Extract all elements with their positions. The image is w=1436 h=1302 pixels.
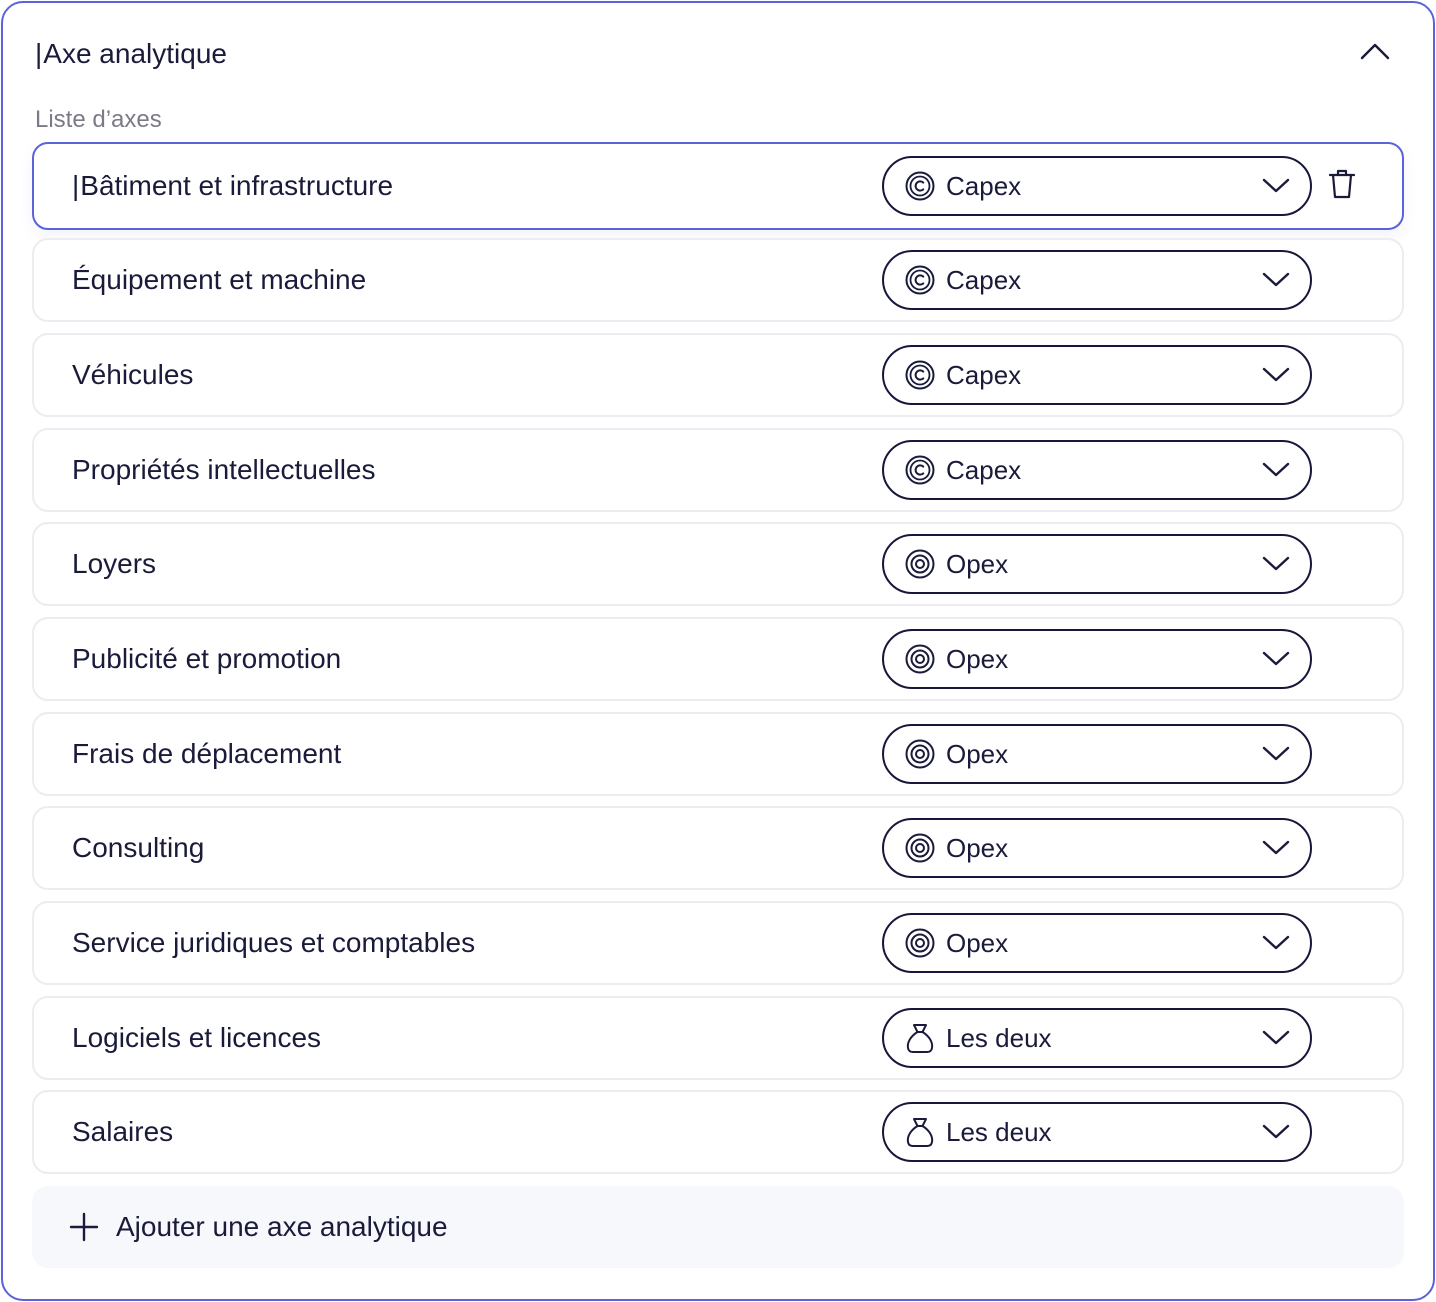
opex-icon	[904, 832, 936, 864]
chevron-up-icon	[1360, 42, 1390, 65]
text-caret: |	[35, 38, 43, 69]
axis-type-select[interactable]: Capex	[882, 345, 1312, 405]
opex-icon	[904, 738, 936, 770]
text-caret: |	[72, 170, 80, 201]
panel-title-text: Axe analytique	[43, 38, 227, 69]
axis-name-text: Frais de déplacement	[72, 738, 342, 769]
axis-row[interactable]: Service juridiques et comptables Opex	[32, 901, 1404, 985]
axis-type-select[interactable]: Opex	[882, 913, 1312, 973]
axis-type-select[interactable]: Opex	[882, 818, 1312, 878]
chevron-down-icon	[1260, 359, 1292, 391]
money-bag-icon	[904, 1022, 936, 1054]
axis-type-value: Capex	[946, 454, 1022, 485]
axis-name-input[interactable]: Salaires	[72, 1114, 173, 1150]
axis-type-value: Opex	[946, 738, 1009, 769]
money-bag-icon	[904, 1116, 936, 1148]
chevron-down-icon	[1260, 454, 1292, 486]
axis-type-select[interactable]: Capex	[882, 440, 1312, 500]
axis-row[interactable]: Loyers Opex	[32, 522, 1404, 606]
axis-name-text: Propriétés intellectuelles	[72, 454, 376, 485]
axis-name-input[interactable]: Frais de déplacement	[72, 736, 341, 772]
capex-icon	[904, 264, 936, 296]
capex-icon	[904, 170, 936, 202]
opex-icon	[904, 548, 936, 580]
axis-row[interactable]: Consulting Opex	[32, 806, 1404, 890]
axis-type-select[interactable]: Capex	[882, 156, 1312, 216]
trash-icon	[1328, 168, 1356, 205]
axis-type-select[interactable]: Capex	[882, 250, 1312, 310]
axis-type-value: Opex	[946, 832, 1009, 863]
axis-row[interactable]: Salaires Les deux	[32, 1090, 1404, 1174]
axis-name-text: Loyers	[72, 548, 157, 579]
axis-name-input[interactable]: Propriétés intellectuelles	[72, 452, 376, 488]
chevron-down-icon	[1260, 738, 1292, 770]
axis-name-input[interactable]: Loyers	[72, 546, 156, 582]
chevron-down-icon	[1260, 264, 1292, 296]
axis-name-input[interactable]: Publicité et promotion	[72, 641, 341, 677]
axis-type-value: Capex	[946, 359, 1022, 390]
axis-row[interactable]: Frais de déplacement Opex	[32, 712, 1404, 796]
chevron-down-icon	[1260, 1022, 1292, 1054]
axis-row[interactable]: |Bâtiment et infrastructure Capex	[32, 142, 1404, 230]
axis-type-value: Les deux	[946, 1116, 1052, 1147]
chevron-down-icon	[1260, 927, 1292, 959]
panel-title: |Axe analytique	[35, 35, 227, 73]
chevron-down-icon	[1260, 832, 1292, 864]
axis-type-select[interactable]: Les deux	[882, 1008, 1312, 1068]
opex-icon	[904, 927, 936, 959]
axis-type-select[interactable]: Les deux	[882, 1102, 1312, 1162]
chevron-down-icon	[1260, 548, 1292, 580]
axis-row[interactable]: Publicité et promotion Opex	[32, 617, 1404, 701]
chevron-down-icon	[1260, 643, 1292, 675]
axis-name-text: Consulting	[72, 832, 205, 863]
axis-type-select[interactable]: Opex	[882, 724, 1312, 784]
axis-name-text: Salaires	[72, 1116, 174, 1147]
chevron-down-icon	[1260, 1116, 1292, 1148]
axis-type-value: Opex	[946, 643, 1009, 674]
collapse-button[interactable]	[1355, 33, 1395, 73]
axis-name-input[interactable]: Logiciels et licences	[72, 1020, 321, 1056]
chevron-down-icon	[1260, 170, 1292, 202]
axis-name-input[interactable]: |Bâtiment et infrastructure	[72, 168, 393, 204]
axis-type-value: Capex	[946, 264, 1022, 295]
capex-icon	[904, 359, 936, 391]
axis-row[interactable]: Logiciels et licences Les deux	[32, 996, 1404, 1080]
axis-name-text: Bâtiment et infrastructure	[80, 170, 394, 201]
axis-type-value: Opex	[946, 548, 1009, 579]
axis-type-value: Opex	[946, 927, 1009, 958]
axis-row[interactable]: Équipement et machine Capex	[32, 238, 1404, 322]
axis-name-text: Véhicules	[72, 359, 194, 390]
axis-row[interactable]: Propriétés intellectuelles Capex	[32, 428, 1404, 512]
axis-name-text: Logiciels et licences	[72, 1022, 322, 1053]
axis-name-input[interactable]: Véhicules	[72, 357, 193, 393]
opex-icon	[904, 643, 936, 675]
axis-type-value: Les deux	[946, 1022, 1052, 1053]
list-label: Liste d’axes	[35, 106, 162, 133]
add-axis-label: Ajouter une axe analytique	[116, 1211, 448, 1242]
plus-icon	[68, 1211, 100, 1243]
delete-button[interactable]	[1324, 168, 1360, 204]
axis-type-value: Capex	[946, 170, 1022, 201]
axis-name-text: Service juridiques et comptables	[72, 927, 476, 958]
axis-name-text: Équipement et machine	[72, 264, 367, 295]
axis-name-input[interactable]: Service juridiques et comptables	[72, 925, 475, 961]
axis-type-select[interactable]: Opex	[882, 629, 1312, 689]
axis-type-select[interactable]: Opex	[882, 534, 1312, 594]
axis-name-input[interactable]: Équipement et machine	[72, 262, 366, 298]
axis-name-input[interactable]: Consulting	[72, 830, 204, 866]
axis-name-text: Publicité et promotion	[72, 643, 342, 674]
capex-icon	[904, 454, 936, 486]
add-axis-button[interactable]: Ajouter une axe analytique	[32, 1186, 1404, 1268]
axis-row[interactable]: Véhicules Capex	[32, 333, 1404, 417]
